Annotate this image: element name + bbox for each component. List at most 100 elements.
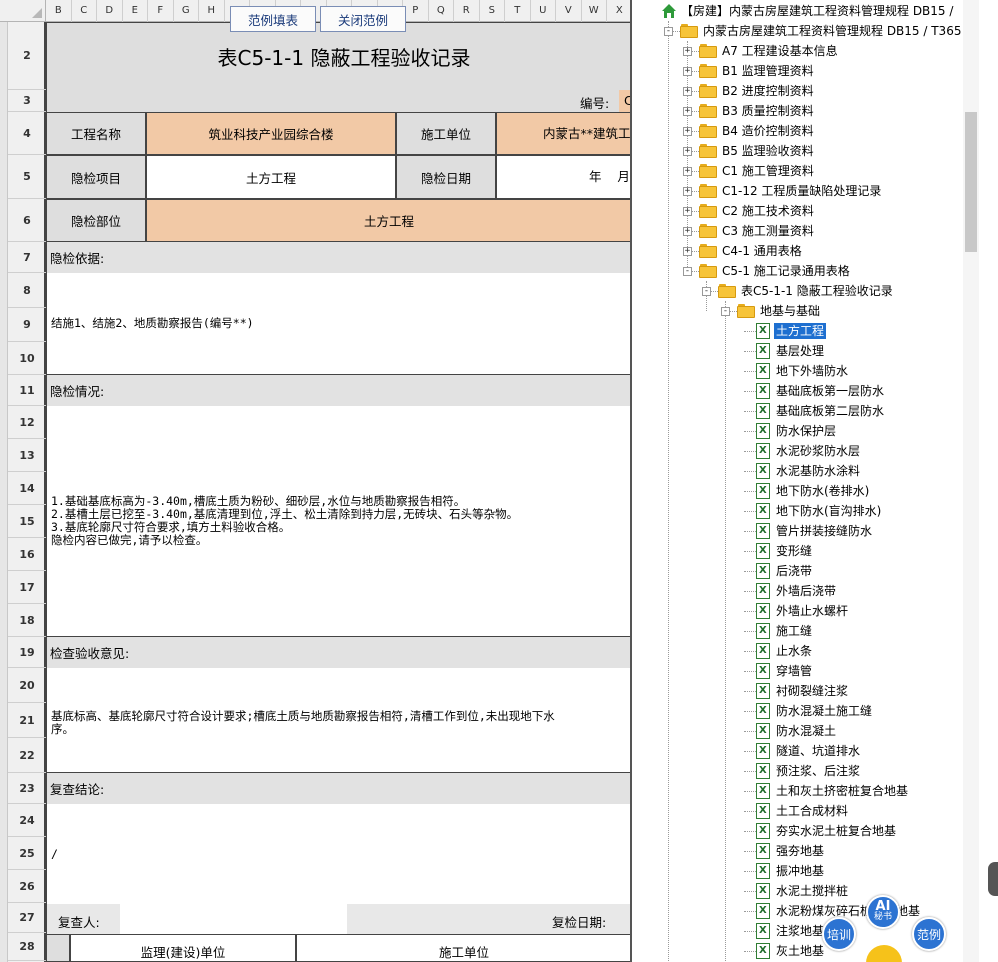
column-header[interactable]: U (531, 0, 556, 22)
project-name-value[interactable]: 筑业科技产业园综合楼 (146, 112, 396, 155)
row-header[interactable]: 24 (8, 804, 46, 837)
tree-item[interactable]: X 外墙后浇带 (756, 581, 838, 601)
tree-item[interactable]: X 夯实水泥土桩复合地基 (756, 821, 898, 841)
row-header[interactable]: 10 (8, 342, 46, 375)
row-header[interactable]: 19 (8, 637, 46, 668)
date-value[interactable]: 年 月 (496, 155, 632, 199)
expand-icon[interactable]: + (683, 127, 692, 136)
tree-item[interactable]: X 灰土地基 (756, 941, 826, 961)
tree-item[interactable]: C4-1 通用表格 (699, 241, 804, 261)
expand-icon[interactable]: + (683, 67, 692, 76)
tree-item[interactable]: X 强夯地基 (756, 841, 826, 861)
column-header[interactable]: P (403, 0, 429, 22)
tree-item[interactable]: X 施工缝 (756, 621, 814, 641)
tree-item[interactable]: B3 质量控制资料 (699, 101, 816, 121)
column-header[interactable]: B (46, 0, 72, 22)
row-header[interactable]: 3 (8, 90, 46, 112)
column-header[interactable]: G (174, 0, 199, 22)
fill-example-button[interactable]: 范例填表 (230, 6, 316, 32)
tree-item[interactable]: X 隧道、坑道排水 (756, 741, 862, 761)
tree-item[interactable]: X 防水保护层 (756, 421, 838, 441)
row-header[interactable]: 9 (8, 308, 46, 342)
collapse-icon[interactable]: - (721, 307, 730, 316)
row-header[interactable]: 5 (8, 155, 46, 199)
row-header[interactable]: 8 (8, 273, 46, 308)
expand-icon[interactable]: + (683, 147, 692, 156)
expand-icon[interactable]: + (683, 47, 692, 56)
column-header[interactable]: C (72, 0, 97, 22)
column-header[interactable]: H (199, 0, 225, 22)
tree-item[interactable]: X 注浆地基 (756, 921, 826, 941)
situation-content[interactable]: 1.基础基底标高为-3.40m,槽底土质为粉砂、细砂层,水位与地质勘察报告相符。… (46, 406, 632, 637)
template-tree[interactable]: 【房建】内蒙古房屋建筑工程资料管理规程 DB15 / 内蒙古房屋建筑工程资料管理规… (643, 0, 963, 962)
row-header[interactable]: 25 (8, 837, 46, 870)
constructor-value[interactable]: 内蒙古**建筑工 (496, 112, 632, 155)
expand-icon[interactable]: + (683, 247, 692, 256)
row-header[interactable]: 6 (8, 199, 46, 242)
training-button[interactable]: 培训 (822, 917, 856, 951)
tree-item[interactable]: X 变形缝 (756, 541, 814, 561)
reviewer-value[interactable] (120, 904, 347, 934)
tree-item[interactable]: X 止水条 (756, 641, 814, 661)
row-header[interactable]: 14 (8, 472, 46, 505)
tree-item[interactable]: X 基础底板第一层防水 (756, 381, 886, 401)
column-header[interactable]: S (480, 0, 505, 22)
collapse-icon[interactable]: - (664, 27, 673, 36)
tree-item[interactable]: X 土和灰土挤密桩复合地基 (756, 781, 910, 801)
column-header[interactable]: X (607, 0, 632, 22)
tree-item[interactable]: X 地下外墙防水 (756, 361, 850, 381)
row-header[interactable]: 22 (8, 738, 46, 773)
row-header[interactable]: 21 (8, 703, 46, 738)
row-header[interactable]: 27 (8, 903, 46, 933)
tree-item[interactable]: X 土方工程 (756, 321, 827, 341)
tree-item[interactable]: X 水泥基防水涂料 (756, 461, 862, 481)
column-header[interactable]: V (556, 0, 582, 22)
form-grid[interactable]: 表C5-1-1 隐蔽工程验收记录 编号: C 工程名称 筑业科技产业园综合楼 施… (46, 22, 632, 962)
tree-item[interactable]: X 地下防水(卷排水) (756, 481, 871, 501)
tree-item[interactable]: A7 工程建设基本信息 (699, 41, 840, 61)
collapse-icon[interactable]: - (702, 287, 711, 296)
tree-item[interactable]: X 预注浆、后注浆 (756, 761, 862, 781)
ai-assistant-button[interactable]: AI 秘书 (866, 895, 900, 929)
row-header[interactable]: 12 (8, 406, 46, 439)
title-cell[interactable]: 表C5-1-1 隐蔽工程验收记录 (46, 22, 632, 90)
tree-item[interactable]: X 振冲地基 (756, 861, 826, 881)
collapse-icon[interactable]: - (683, 267, 692, 276)
expand-icon[interactable]: + (683, 167, 692, 176)
number-row[interactable]: 编号: C (46, 90, 632, 112)
tree-item[interactable]: C1 施工管理资料 (699, 161, 816, 181)
avatar-edge[interactable] (988, 862, 998, 896)
tree-item[interactable]: C2 施工技术资料 (699, 201, 816, 221)
column-header[interactable]: F (148, 0, 174, 22)
row-header[interactable]: 16 (8, 538, 46, 571)
basis-content[interactable]: 结施1、结施2、地质勘察报告(编号**) (46, 273, 632, 375)
example-button[interactable]: 范例 (912, 917, 946, 951)
row-header[interactable]: 4 (8, 112, 46, 155)
review-content[interactable]: / (46, 804, 632, 904)
tree-item[interactable]: C5-1 施工记录通用表格 (699, 261, 852, 281)
location-value[interactable]: 土方工程 (146, 199, 632, 242)
expand-icon[interactable]: + (683, 207, 692, 216)
row-header[interactable]: 26 (8, 870, 46, 903)
tree-item[interactable]: X 水泥砂浆防水层 (756, 441, 862, 461)
tree-item[interactable]: B4 造价控制资料 (699, 121, 816, 141)
column-header[interactable]: E (123, 0, 148, 22)
expand-icon[interactable]: + (683, 87, 692, 96)
tree-item[interactable]: B1 监理管理资料 (699, 61, 816, 81)
row-header[interactable]: 17 (8, 571, 46, 604)
tree-item[interactable]: X 衬砌裂缝注浆 (756, 681, 850, 701)
tree-item[interactable]: X 水泥土搅拌桩 (756, 881, 850, 901)
tree-item[interactable]: 表C5-1-1 隐蔽工程验收记录 (718, 281, 895, 301)
tree-item[interactable]: B2 进度控制资料 (699, 81, 816, 101)
expand-icon[interactable]: + (683, 227, 692, 236)
column-header[interactable]: W (582, 0, 607, 22)
expand-icon[interactable]: + (683, 107, 692, 116)
tree-item[interactable]: C1-12 工程质量缺陷处理记录 (699, 181, 883, 201)
scrollbar-thumb[interactable] (965, 112, 977, 252)
tree-item[interactable]: X 基层处理 (756, 341, 826, 361)
tree-item[interactable]: X 防水混凝土施工缝 (756, 701, 874, 721)
tree-item[interactable]: X 管片拼装接缝防水 (756, 521, 874, 541)
tree-item[interactable]: X 基础底板第二层防水 (756, 401, 886, 421)
tree-item[interactable]: 内蒙古房屋建筑工程资料管理规程 DB15 / T365 (680, 21, 963, 41)
tree-item[interactable]: X 防水混凝土 (756, 721, 838, 741)
